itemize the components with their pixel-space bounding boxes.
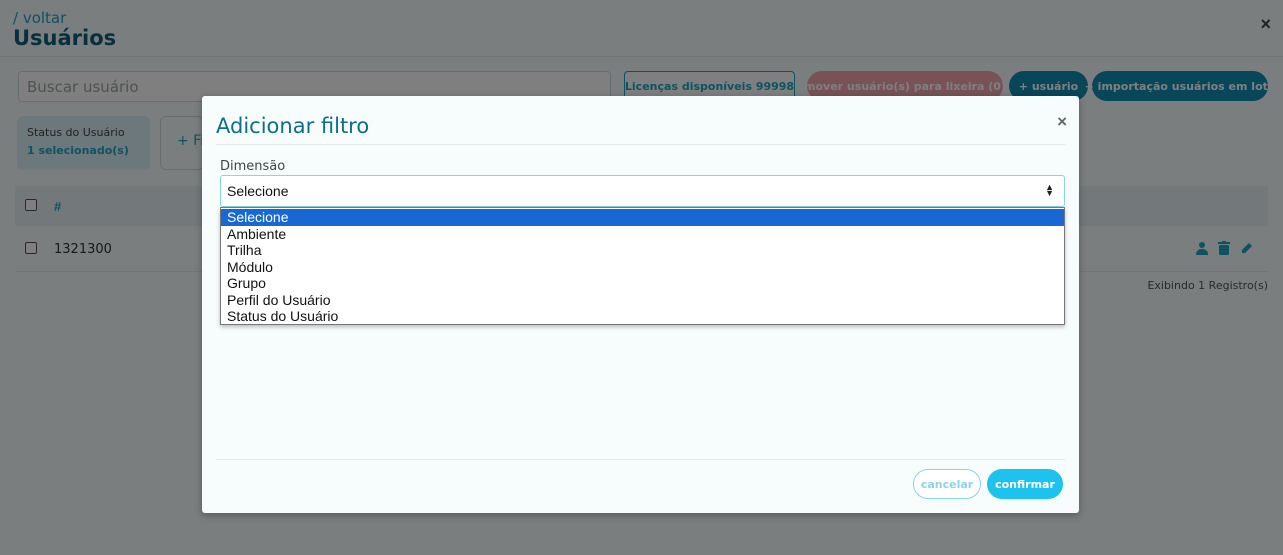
option-modulo[interactable]: Módulo bbox=[221, 259, 1064, 276]
dimension-select[interactable]: Selecione ▲ ▼ bbox=[220, 175, 1065, 207]
dimension-select-value: Selecione bbox=[227, 183, 289, 199]
dimension-dropdown-list: Selecione Ambiente Trilha Módulo Grupo P… bbox=[220, 207, 1065, 325]
option-ambiente[interactable]: Ambiente bbox=[221, 226, 1064, 243]
option-status-do-usuario[interactable]: Status do Usuário bbox=[221, 308, 1064, 325]
cancel-button[interactable]: cancelar bbox=[913, 469, 981, 499]
modal-close-icon[interactable]: × bbox=[1057, 112, 1067, 132]
modal-header-divider bbox=[216, 144, 1065, 145]
option-trilha[interactable]: Trilha bbox=[221, 242, 1064, 259]
dimension-label: Dimensão bbox=[220, 159, 286, 174]
option-selecione[interactable]: Selecione bbox=[221, 209, 1064, 226]
add-filter-modal: Adicionar filtro × Dimensão Selecione ▲ ▼… bbox=[202, 96, 1079, 513]
confirm-button[interactable]: confirmar bbox=[987, 469, 1063, 499]
select-arrows-icon: ▲ ▼ bbox=[1045, 182, 1054, 198]
modal-footer-divider bbox=[216, 459, 1065, 460]
option-perfil-do-usuario[interactable]: Perfil do Usuário bbox=[221, 292, 1064, 309]
modal-title: Adicionar filtro bbox=[216, 114, 370, 138]
option-grupo[interactable]: Grupo bbox=[221, 275, 1064, 292]
